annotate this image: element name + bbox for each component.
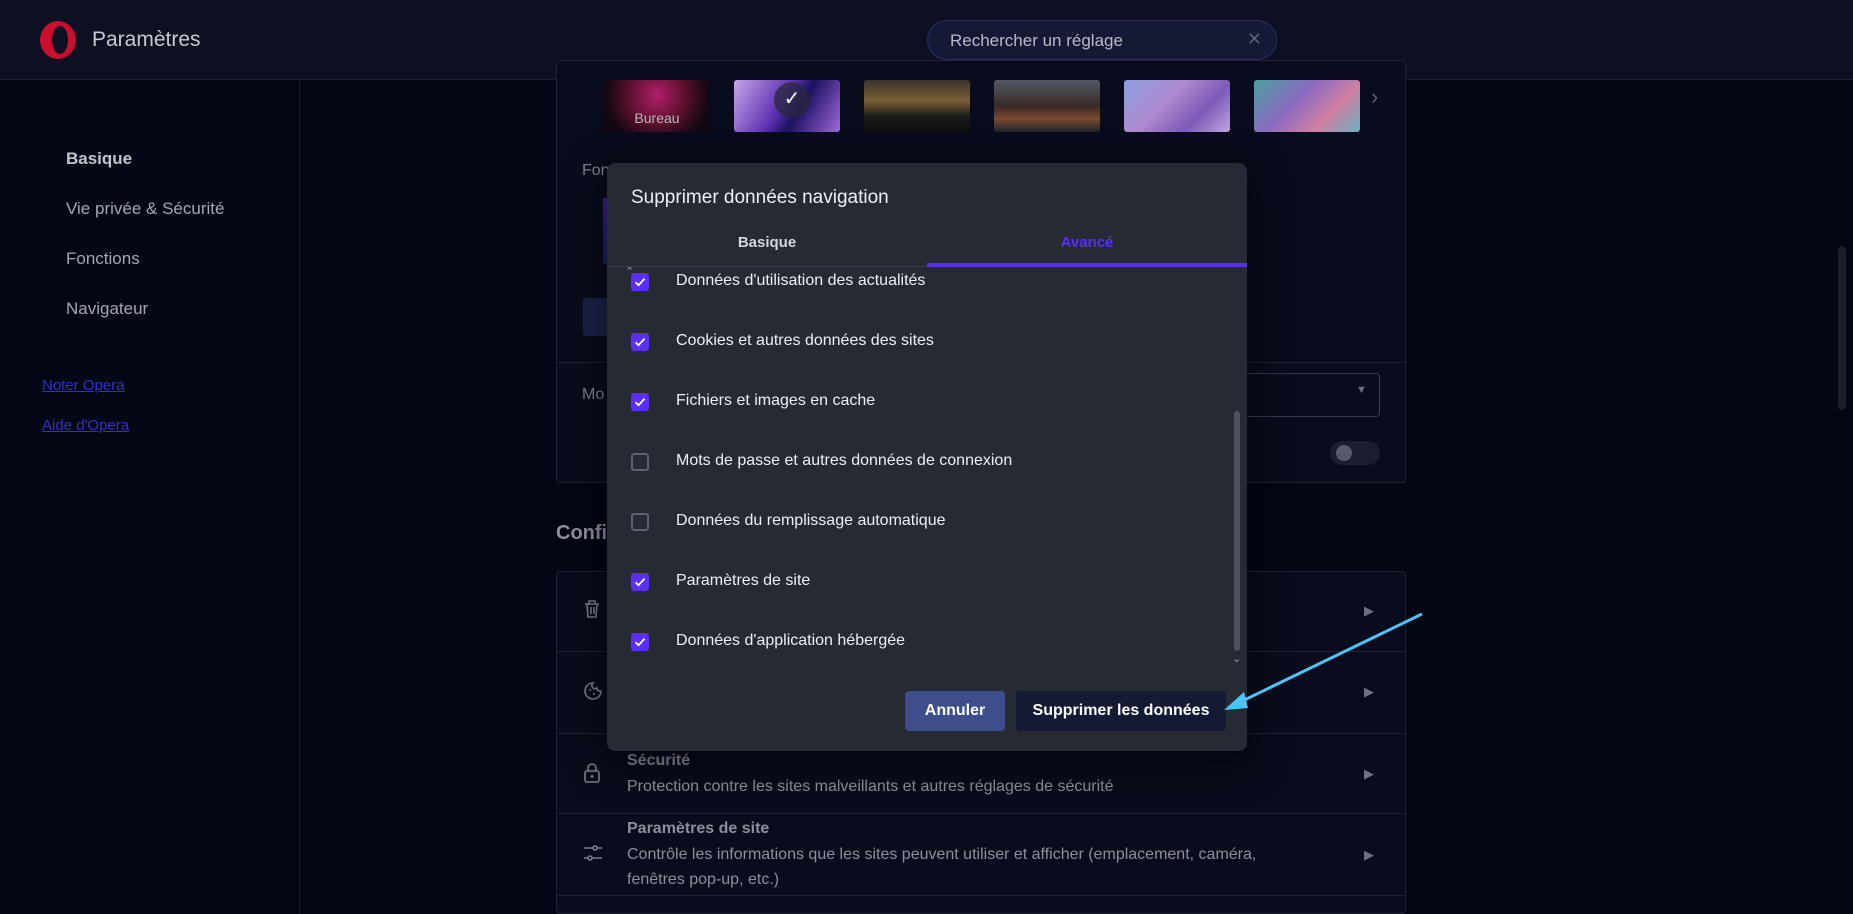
- option-site-settings[interactable]: Paramètres de site: [607, 565, 1207, 605]
- chevron-right-icon[interactable]: ▶: [1364, 847, 1374, 863]
- site-settings-title: Paramètres de site: [627, 820, 770, 837]
- option-autofill[interactable]: Données du remplissage automatique: [607, 505, 1207, 545]
- wallpaper-thumb-bureau[interactable]: Bureau: [604, 80, 710, 132]
- wallpaper-thumb-terrace[interactable]: [994, 80, 1100, 132]
- sliders-icon: [583, 843, 603, 869]
- checkbox-checked[interactable]: [631, 633, 649, 651]
- security-title: Sécurité: [627, 752, 691, 769]
- close-icon[interactable]: ✕: [1247, 29, 1262, 50]
- chevron-right-icon[interactable]: ›: [1371, 84, 1378, 110]
- checkbox-unchecked[interactable]: [631, 513, 649, 531]
- wallpaper-label: Bureau: [634, 110, 680, 126]
- option-label: Données d'utilisation des actualités: [676, 272, 926, 289]
- wallpaper-thumb-landscape[interactable]: [864, 80, 970, 132]
- sidebar-item-navigateur[interactable]: Navigateur: [66, 299, 148, 319]
- option-cache[interactable]: Fichiers et images en cache: [607, 385, 1207, 425]
- option-label: Données d'application hébergée: [676, 632, 906, 649]
- dialog-title: Supprimer données navigation: [631, 187, 889, 208]
- sidebar-item-privacy-security[interactable]: Vie privée & Sécurité: [66, 199, 224, 219]
- tab-avance[interactable]: Avancé: [927, 234, 1247, 251]
- cancel-button[interactable]: Annuler: [905, 691, 1005, 731]
- app-title: Paramètres: [92, 28, 201, 51]
- lock-icon: [583, 762, 601, 790]
- wallpaper-thumb-gradient[interactable]: [1124, 80, 1230, 132]
- search-input[interactable]: [950, 30, 1240, 52]
- sidebar: Basique Vie privée & Sécurité Fonctions …: [0, 81, 300, 914]
- option-news-usage[interactable]: Données d'utilisation des actualités: [607, 267, 1207, 305]
- option-label: Données du remplissage automatique: [676, 512, 946, 529]
- checkbox-unchecked[interactable]: [631, 453, 649, 471]
- rate-opera-link[interactable]: Noter Opera: [42, 377, 125, 394]
- caret-down-icon: ▼: [1356, 384, 1367, 396]
- background-fragment-label: Fon: [582, 162, 610, 179]
- cookie-icon: [583, 681, 603, 707]
- security-description: Protection contre les sites malveillants…: [627, 778, 1114, 795]
- section-title: Confi: [556, 522, 608, 544]
- option-label: Paramètres de site: [676, 572, 811, 589]
- wallpaper-thumb-selected[interactable]: ✓: [734, 80, 840, 132]
- chevron-right-icon[interactable]: ▶: [1364, 766, 1374, 782]
- search-box[interactable]: ✕: [927, 20, 1277, 60]
- annotation-arrow-icon: [1224, 612, 1423, 710]
- checkbox-checked[interactable]: [631, 573, 649, 591]
- wallpaper-thumb-iridescent[interactable]: [1254, 80, 1360, 132]
- option-label: Fichiers et images en cache: [676, 392, 876, 409]
- opera-help-link[interactable]: Aide d'Opera: [42, 417, 129, 434]
- toggle-knob: [1336, 445, 1352, 461]
- clear-browsing-data-dialog: Supprimer données navigation Basique Ava…: [607, 163, 1247, 751]
- page-scrollbar[interactable]: [1838, 246, 1846, 410]
- tab-basique[interactable]: Basique: [607, 234, 927, 251]
- trash-icon: [583, 599, 601, 625]
- option-label: Mots de passe et autres données de conne…: [676, 452, 1013, 469]
- option-label: Cookies et autres données des sites: [676, 332, 934, 349]
- delete-data-button[interactable]: Supprimer les données: [1016, 691, 1226, 731]
- sidebar-item-fonctions[interactable]: Fonctions: [66, 249, 140, 269]
- divider: [556, 813, 1406, 814]
- divider: [556, 895, 1406, 896]
- checkbox-checked[interactable]: [631, 333, 649, 351]
- option-passwords[interactable]: Mots de passe et autres données de conne…: [607, 445, 1207, 485]
- scroll-up-icon[interactable]: ⌃: [625, 265, 634, 278]
- option-hosted-app-data[interactable]: Données d'application hébergée: [607, 625, 1207, 665]
- checkbox-checked[interactable]: [631, 393, 649, 411]
- sidebar-item-basique[interactable]: Basique: [66, 149, 132, 169]
- check-icon: ✓: [774, 82, 810, 118]
- options-list: Données d'utilisation des actualités Coo…: [607, 267, 1247, 671]
- mode-fragment-label: Mo: [582, 386, 605, 403]
- opera-logo-icon[interactable]: [38, 20, 78, 60]
- option-cookies[interactable]: Cookies et autres données des sites: [607, 325, 1207, 365]
- site-settings-description: Contrôle les informations que les sites …: [627, 846, 1257, 888]
